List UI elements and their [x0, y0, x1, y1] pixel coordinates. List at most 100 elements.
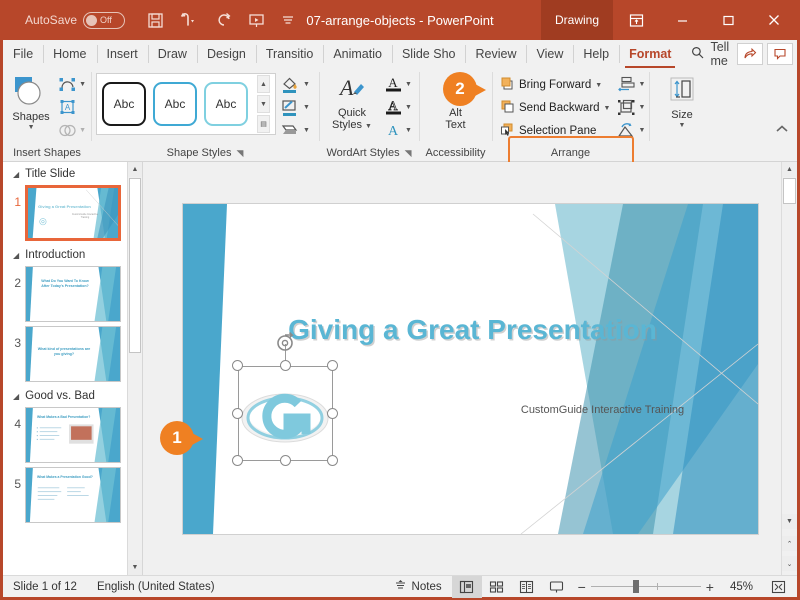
- slide-editing-area[interactable]: Giving a Great Presentation CustomGuide …: [143, 162, 797, 575]
- chevron-down-icon[interactable]: ▼: [604, 105, 611, 112]
- resize-handle-top-right[interactable]: [326, 359, 338, 371]
- tab-transitions[interactable]: Transitio: [255, 40, 323, 68]
- tab-draw[interactable]: Draw: [147, 40, 197, 68]
- resize-handle-middle-right[interactable]: [326, 407, 338, 419]
- slide-thumbnail[interactable]: What Makes a Presentation Good?: [25, 467, 121, 523]
- size-button[interactable]: Size ▼: [654, 71, 710, 129]
- collapse-triangle-icon[interactable]: ◢: [13, 392, 19, 401]
- tab-help[interactable]: Help: [573, 40, 619, 68]
- minimize-button[interactable]: [659, 0, 705, 40]
- merge-shapes-button[interactable]: ▼: [58, 120, 86, 141]
- thumbnail-slide-3[interactable]: 3 What kind of presentations are you giv…: [3, 324, 142, 384]
- tab-design[interactable]: Design: [196, 40, 256, 68]
- slide-title-text[interactable]: Giving a Great Presentation: [223, 314, 723, 346]
- chevron-down-icon[interactable]: ▼: [679, 122, 686, 129]
- scroll-down-icon[interactable]: ▼: [128, 560, 142, 575]
- thumbnail-slide-5[interactable]: 5 What Makes a Presentation Good?: [3, 465, 142, 525]
- slide-thumbnail[interactable]: What kind of presentations are you givin…: [25, 326, 121, 382]
- text-fill-button[interactable]: A ▼: [384, 74, 412, 95]
- tab-view[interactable]: View: [526, 40, 573, 68]
- normal-view-button[interactable]: [451, 575, 482, 598]
- align-button[interactable]: ▼: [617, 74, 645, 95]
- gallery-more-icon[interactable]: ▤: [257, 115, 270, 133]
- autosave-toggle[interactable]: AutoSave Off: [25, 11, 126, 29]
- chevron-down-icon[interactable]: ▼: [638, 104, 645, 111]
- tell-me-search[interactable]: Tell me: [683, 40, 737, 68]
- contextual-tab-drawing[interactable]: Drawing: [540, 0, 613, 40]
- tab-file[interactable]: File: [3, 40, 43, 68]
- chevron-down-icon[interactable]: ▼: [79, 81, 86, 88]
- shape-style-2[interactable]: Abc: [153, 82, 197, 126]
- redo-icon[interactable]: [216, 12, 232, 28]
- slide-thumbnail[interactable]: Giving a Great Presentation CustomGuide …: [25, 185, 121, 241]
- tab-format[interactable]: Format: [619, 40, 681, 68]
- group-button[interactable]: ▼: [617, 97, 645, 118]
- scroll-up-icon[interactable]: ▲: [128, 162, 142, 177]
- comments-icon[interactable]: [767, 43, 794, 65]
- selected-logo-object[interactable]: [231, 331, 338, 466]
- autosave-switch[interactable]: Off: [83, 11, 126, 29]
- tab-slide-show[interactable]: Slide Sho: [391, 40, 466, 68]
- resize-handle-bottom-left[interactable]: [231, 454, 243, 466]
- shapes-gallery-button[interactable]: Shapes ▼: [8, 71, 54, 131]
- thumbnail-slide-4[interactable]: 4 What Makes a Bad Presentation?: [3, 405, 142, 465]
- shape-outline-button[interactable]: ▼: [280, 97, 310, 118]
- slide-thumbnail[interactable]: What Do You Want To Know After Today's P…: [25, 266, 121, 322]
- undo-icon[interactable]: [180, 12, 200, 28]
- zoom-in-button[interactable]: +: [706, 579, 714, 595]
- scroll-up-icon[interactable]: ▲: [782, 162, 797, 177]
- selection-pane-button[interactable]: Selection Pane: [497, 120, 613, 142]
- thumbnail-slide-1[interactable]: 1 Giving a Great Presentation CustomGuid…: [3, 183, 142, 243]
- start-presentation-icon[interactable]: [248, 12, 265, 29]
- current-slide[interactable]: Giving a Great Presentation CustomGuide …: [182, 203, 758, 534]
- scrollbar-thumb[interactable]: [783, 178, 796, 204]
- reading-view-button[interactable]: [512, 576, 542, 598]
- chevron-down-icon[interactable]: ▼: [405, 81, 412, 88]
- slide-thumbnail[interactable]: What Makes a Bad Presentation?: [25, 407, 121, 463]
- dialog-launcher-icon[interactable]: ◥: [405, 145, 412, 161]
- tab-review[interactable]: Review: [465, 40, 526, 68]
- zoom-thumb[interactable]: [632, 580, 639, 593]
- zoom-out-button[interactable]: −: [578, 579, 586, 595]
- shape-effects-button[interactable]: ▼: [280, 120, 310, 141]
- zoom-level-label[interactable]: 45%: [720, 581, 763, 593]
- bring-forward-button[interactable]: Bring Forward ▼: [497, 74, 613, 96]
- chevron-down-icon[interactable]: ▼: [303, 127, 310, 134]
- rotate-handle[interactable]: [274, 331, 296, 359]
- edit-shape-button[interactable]: ▼: [58, 74, 86, 95]
- slide-sorter-view-button[interactable]: [482, 576, 512, 598]
- section-header-title-slide[interactable]: ◢ Title Slide: [3, 162, 142, 183]
- share-icon[interactable]: [737, 43, 764, 65]
- scroll-down-icon[interactable]: ▼: [782, 514, 797, 529]
- resize-handle-top-left[interactable]: [231, 359, 243, 371]
- maximize-button[interactable]: [705, 0, 751, 40]
- quick-styles-button[interactable]: A Quick Styles ▼: [324, 71, 380, 133]
- slide-subtitle-text[interactable]: CustomGuide Interactive Training: [483, 404, 723, 416]
- collapse-triangle-icon[interactable]: ◢: [13, 170, 19, 179]
- next-slide-icon[interactable]: ⌄: [782, 556, 797, 571]
- collapse-ribbon-icon[interactable]: [775, 121, 797, 161]
- ribbon-display-options-icon[interactable]: [613, 0, 659, 40]
- chevron-down-icon[interactable]: ▼: [638, 127, 645, 134]
- tab-insert[interactable]: Insert: [96, 40, 148, 68]
- chevron-down-icon[interactable]: ▼: [303, 81, 310, 88]
- scrollbar-thumb[interactable]: [129, 178, 141, 353]
- resize-handle-top-center[interactable]: [279, 359, 291, 371]
- dialog-launcher-icon[interactable]: ◥: [236, 145, 243, 161]
- save-icon[interactable]: [147, 12, 164, 29]
- collapse-triangle-icon[interactable]: ◢: [13, 251, 19, 260]
- zoom-track[interactable]: [590, 580, 701, 593]
- chevron-down-icon[interactable]: ▼: [405, 127, 412, 134]
- gallery-scroll-up-icon[interactable]: ▲: [257, 75, 270, 93]
- zoom-slider[interactable]: − +: [572, 579, 720, 595]
- tab-home[interactable]: Home: [43, 40, 96, 68]
- text-effects-button[interactable]: A ▼: [384, 120, 412, 141]
- slide-thumbnail-pane[interactable]: ◢ Title Slide 1 Giving a Great Presentat…: [3, 162, 143, 575]
- shape-style-1[interactable]: Abc: [102, 82, 146, 126]
- resize-handle-bottom-right[interactable]: [326, 454, 338, 466]
- chevron-down-icon[interactable]: ▼: [595, 82, 602, 89]
- send-backward-button[interactable]: Send Backward ▼: [497, 97, 613, 119]
- thumbnail-pane-scrollbar[interactable]: ▲ ▼: [127, 162, 142, 575]
- chevron-down-icon[interactable]: ▼: [638, 81, 645, 88]
- chevron-down-icon[interactable]: ▼: [303, 104, 310, 111]
